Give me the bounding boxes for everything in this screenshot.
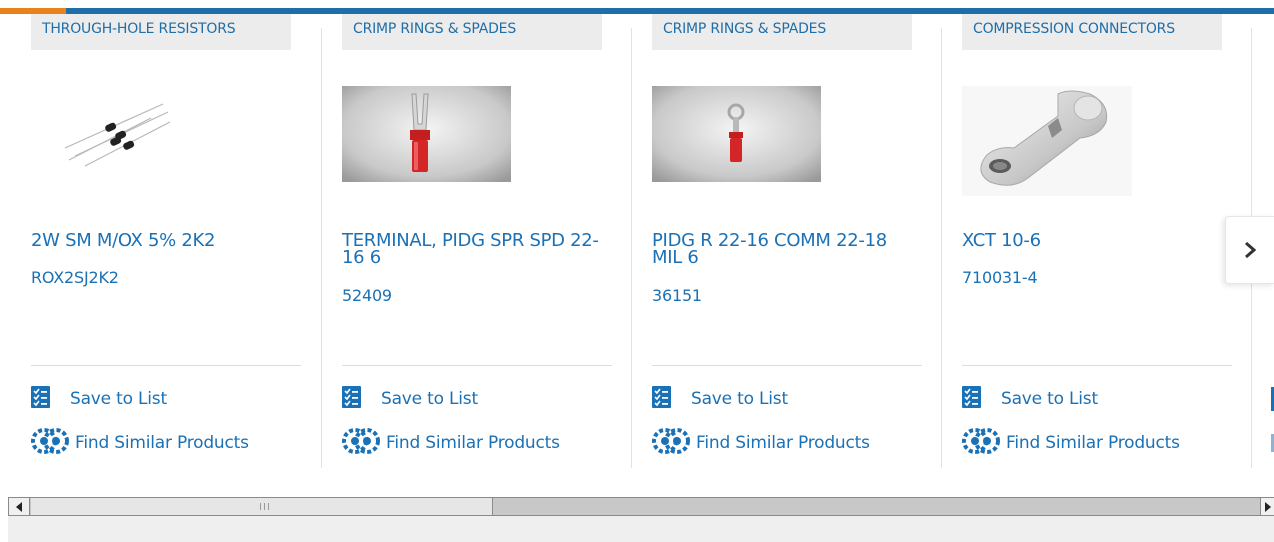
product-image[interactable]: [652, 86, 922, 196]
find-similar-icon: [31, 428, 71, 458]
product-card: CRIMP RINGS & SPADES PIDG R 22-16 COMM 2…: [652, 14, 922, 468]
find-similar-label: Find Similar Products: [75, 433, 249, 453]
card-separator: [342, 365, 612, 366]
save-to-list-label: Save to List: [1001, 389, 1098, 409]
category-tag[interactable]: COMPRESSION CONNECTORS: [962, 14, 1222, 50]
category-tag[interactable]: CRIMP RINGS & SPADES: [652, 14, 912, 50]
resistors-product-image: [64, 103, 171, 167]
card-separator: [652, 365, 922, 366]
carousel-next-button[interactable]: [1225, 216, 1274, 284]
product-title[interactable]: 2W SM M/OX 5% 2K2: [31, 232, 301, 250]
category-tag[interactable]: CRIMP RINGS & SPADES: [342, 14, 602, 50]
find-similar-icon: [342, 428, 382, 458]
product-card: THROUGH-HOLE RESISTORS 2W SM M/OX 5% 2K2…: [31, 14, 301, 468]
save-to-list-label: Save to List: [691, 389, 788, 409]
part-number[interactable]: 52409: [342, 286, 392, 305]
find-similar-label: Find Similar Products: [386, 433, 560, 453]
save-to-list-button[interactable]: Save to List: [31, 386, 167, 412]
spade-terminal-product-image: [342, 86, 511, 182]
ring-terminal-product-image: [652, 86, 821, 182]
product-title[interactable]: PIDG R 22-16 COMM 22-18 MIL 6: [652, 232, 922, 267]
product-card: CRIMP RINGS & SPADES TERMINAL, PIDG SPR …: [342, 14, 612, 468]
product-title[interactable]: XCT 10-6: [962, 232, 1232, 250]
card-divider: [631, 28, 632, 468]
part-number[interactable]: ROX2SJ2K2: [31, 268, 119, 287]
checklist-icon: [962, 386, 981, 412]
compression-lug-product-image: [962, 86, 1132, 196]
card-divider: [321, 28, 322, 468]
product-image[interactable]: [31, 86, 301, 196]
scroll-left-arrow-icon: [16, 501, 22, 512]
find-similar-label: Find Similar Products: [1006, 433, 1180, 453]
scroll-right-arrow-icon: [1264, 501, 1271, 512]
page-footer-area: [8, 516, 1274, 542]
find-similar-icon: [962, 428, 1002, 458]
chevron-right-icon: [1245, 241, 1257, 259]
find-similar-button[interactable]: Find Similar Products: [962, 428, 1180, 458]
find-similar-button[interactable]: Find Similar Products: [342, 428, 560, 458]
save-to-list-label: Save to List: [70, 389, 167, 409]
find-similar-button[interactable]: Find Similar Products: [652, 428, 870, 458]
scrollbar-thumb[interactable]: [31, 498, 493, 515]
find-similar-button[interactable]: Find Similar Products: [31, 428, 249, 458]
horizontal-scrollbar[interactable]: [8, 497, 1274, 516]
save-to-list-label: Save to List: [381, 389, 478, 409]
card-divider: [941, 28, 942, 468]
scroll-right-button[interactable]: [1260, 498, 1274, 515]
save-to-list-button[interactable]: Save to List: [342, 386, 478, 412]
save-to-list-button[interactable]: Save to List: [652, 386, 788, 412]
product-title[interactable]: TERMINAL, PIDG SPR SPD 22-16 6: [342, 232, 612, 267]
checklist-icon: [652, 386, 671, 412]
part-number[interactable]: 36151: [652, 286, 702, 305]
find-similar-label: Find Similar Products: [696, 433, 870, 453]
part-number[interactable]: 710031-4: [962, 268, 1038, 287]
product-image[interactable]: [342, 86, 612, 196]
save-to-list-button[interactable]: Save to List: [962, 386, 1098, 412]
scroll-left-button[interactable]: [8, 498, 30, 515]
card-separator: [962, 365, 1232, 366]
product-image[interactable]: [962, 86, 1232, 196]
checklist-icon: [31, 386, 50, 412]
card-separator: [31, 365, 301, 366]
scrollbar-grip: [260, 503, 269, 510]
find-similar-icon: [652, 428, 692, 458]
product-carousel: THROUGH-HOLE RESISTORS 2W SM M/OX 5% 2K2…: [0, 14, 1274, 474]
product-card: COMPRESSION CONNECTORS XCT 10-6 710031-4: [962, 14, 1232, 468]
checklist-icon: [342, 386, 361, 412]
category-tag[interactable]: THROUGH-HOLE RESISTORS: [31, 14, 291, 50]
